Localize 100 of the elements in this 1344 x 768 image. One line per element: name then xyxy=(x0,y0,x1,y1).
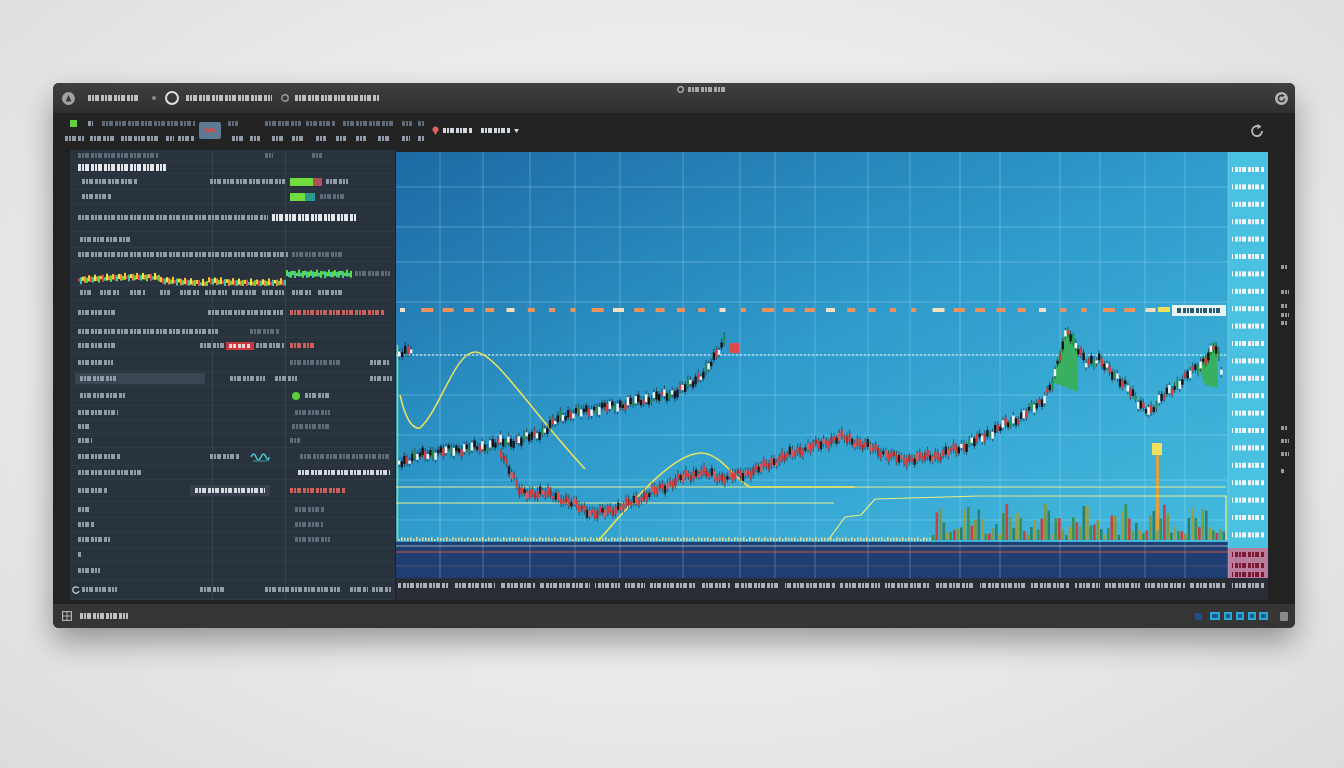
illegible-text xyxy=(78,488,108,493)
illegible-text xyxy=(82,179,137,184)
illegible-text xyxy=(290,488,345,493)
illegible-text xyxy=(292,135,304,141)
illegible-text xyxy=(1281,290,1289,294)
illegible-text xyxy=(292,290,312,295)
illegible-text xyxy=(230,376,265,381)
illegible-text xyxy=(78,552,82,557)
illegible-text xyxy=(88,95,140,101)
illegible-text xyxy=(343,120,395,126)
illegible-text xyxy=(228,120,238,126)
squiggle-icon xyxy=(204,127,216,134)
illegible-text xyxy=(78,438,92,443)
illegible-text xyxy=(295,522,323,527)
square-icon[interactable] xyxy=(1259,612,1268,620)
spinner-icon xyxy=(72,585,80,594)
illegible-text xyxy=(306,120,336,126)
illegible-text xyxy=(265,120,301,126)
dot-icon xyxy=(152,96,156,100)
illegible-text xyxy=(78,454,120,459)
illegible-text xyxy=(326,179,348,184)
square-icon[interactable] xyxy=(1248,612,1256,620)
illegible-text xyxy=(1281,452,1289,456)
refresh-icon[interactable] xyxy=(1275,91,1288,105)
illegible-text xyxy=(292,252,342,257)
illegible-text xyxy=(370,376,392,381)
illegible-text xyxy=(232,290,257,295)
illegible-text xyxy=(78,507,90,512)
illegible-text xyxy=(160,290,170,295)
square-icon[interactable] xyxy=(1236,612,1244,620)
illegible-text xyxy=(312,153,322,158)
illegible-text xyxy=(80,237,130,242)
square-icon[interactable] xyxy=(1210,612,1220,620)
illegible-text xyxy=(78,537,110,542)
illegible-text xyxy=(205,290,227,295)
illegible-text xyxy=(78,470,143,475)
square-icon xyxy=(70,119,77,127)
illegible-text xyxy=(290,438,300,443)
illegible-text xyxy=(80,290,92,295)
logo-icon xyxy=(62,91,75,105)
illegible-text xyxy=(320,194,345,199)
ring-icon xyxy=(677,86,684,93)
square-icon[interactable] xyxy=(1280,611,1288,621)
illegible-text xyxy=(275,376,297,381)
illegible-text xyxy=(80,393,125,398)
illegible-text xyxy=(372,587,392,592)
illegible-text xyxy=(178,135,194,141)
illegible-text xyxy=(78,424,90,429)
illegible-text xyxy=(195,488,265,493)
illegible-text xyxy=(265,153,273,158)
illegible-text xyxy=(166,135,174,141)
caret-icon[interactable] xyxy=(514,128,519,133)
illegible-text xyxy=(1281,439,1289,443)
illegible-text xyxy=(1281,469,1285,473)
illegible-text xyxy=(200,587,225,592)
illegible-text xyxy=(180,290,200,295)
status-dot-icon xyxy=(292,391,300,400)
illegible-text xyxy=(80,613,128,619)
ring-icon xyxy=(281,94,289,102)
illegible-text xyxy=(295,537,330,542)
illegible-text xyxy=(292,424,330,429)
illegible-text xyxy=(688,87,725,92)
illegible-text xyxy=(78,410,118,415)
illegible-text xyxy=(232,135,244,141)
illegible-text xyxy=(88,120,93,126)
square-icon[interactable] xyxy=(1224,612,1232,620)
illegible-text xyxy=(90,135,116,141)
wave-icon xyxy=(250,450,270,463)
illegible-text xyxy=(256,343,284,348)
illegible-text xyxy=(295,507,325,512)
illegible-text xyxy=(82,587,117,592)
illegible-text xyxy=(65,135,85,141)
illegible-tag xyxy=(226,341,254,350)
illegible-text xyxy=(121,135,159,141)
illegible-text xyxy=(210,454,240,459)
illegible-text xyxy=(290,343,316,348)
illegible-text xyxy=(130,290,145,295)
illegible-text xyxy=(350,587,368,592)
illegible-text xyxy=(318,290,342,295)
illegible-text xyxy=(200,343,225,348)
illegible-text xyxy=(355,271,390,276)
illegible-text xyxy=(272,135,284,141)
illegible-text xyxy=(481,128,511,133)
illegible-text xyxy=(290,360,340,365)
illegible-text xyxy=(378,135,390,141)
illegible-text xyxy=(78,343,116,348)
tool-button[interactable] xyxy=(430,123,441,138)
refresh-icon[interactable] xyxy=(1250,123,1264,138)
illegible-text xyxy=(82,194,112,199)
grid-icon[interactable] xyxy=(62,611,72,621)
illegible-text xyxy=(1281,426,1288,430)
ring-icon xyxy=(165,91,179,105)
square-icon[interactable] xyxy=(1195,612,1202,620)
illegible-text xyxy=(305,393,331,398)
illegible-text xyxy=(78,568,100,573)
illegible-text xyxy=(370,360,390,365)
illegible-text xyxy=(250,329,280,334)
illegible-text xyxy=(418,135,424,141)
illegible-text xyxy=(295,410,330,415)
pin-icon xyxy=(432,126,439,135)
